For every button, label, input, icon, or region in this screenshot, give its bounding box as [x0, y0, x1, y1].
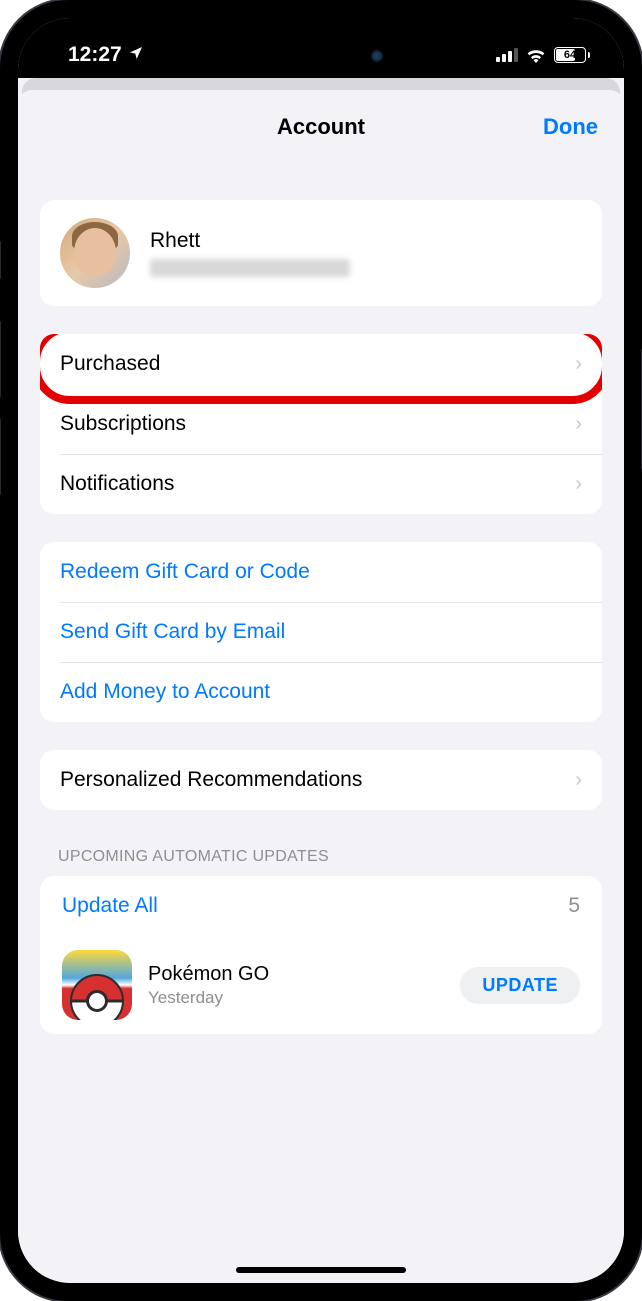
home-indicator[interactable]: [236, 1267, 406, 1273]
purchased-row[interactable]: Purchased ›: [40, 334, 602, 394]
avatar: [60, 218, 130, 288]
app-update-row[interactable]: Pokémon GO Yesterday UPDATE: [40, 936, 602, 1034]
modal-header: Account Done: [18, 90, 624, 158]
subscriptions-label: Subscriptions: [60, 412, 575, 436]
chevron-right-icon: ›: [575, 353, 582, 376]
personalized-row[interactable]: Personalized Recommendations ›: [40, 750, 602, 810]
send-gift-row[interactable]: Send Gift Card by Email: [40, 602, 602, 662]
chevron-right-icon: ›: [575, 413, 582, 436]
dynamic-island: [247, 36, 395, 76]
battery-icon: 64: [554, 47, 590, 63]
notifications-label: Notifications: [60, 472, 575, 496]
status-time: 12:27: [68, 43, 122, 67]
app-name: Pokémon GO: [148, 963, 444, 986]
profile-row[interactable]: Rhett: [40, 200, 602, 306]
notifications-row[interactable]: Notifications ›: [40, 454, 602, 514]
send-gift-label: Send Gift Card by Email: [60, 620, 582, 644]
location-arrow-icon: [128, 45, 144, 66]
profile-email-blurred: [150, 259, 350, 277]
updates-section-header: UPCOMING AUTOMATIC UPDATES: [18, 848, 624, 866]
wifi-icon: [526, 48, 546, 63]
cellular-signal-icon: [496, 48, 518, 62]
update-all-label: Update All: [62, 894, 158, 918]
add-money-label: Add Money to Account: [60, 680, 582, 704]
update-button[interactable]: UPDATE: [460, 967, 580, 1004]
subscriptions-row[interactable]: Subscriptions ›: [40, 394, 602, 454]
redeem-label: Redeem Gift Card or Code: [60, 560, 582, 584]
purchased-label: Purchased: [60, 352, 575, 376]
profile-name: Rhett: [150, 229, 582, 253]
app-icon-pokemon-go: [62, 950, 132, 1020]
chevron-right-icon: ›: [575, 473, 582, 496]
update-count: 5: [568, 894, 580, 918]
app-update-time: Yesterday: [148, 988, 444, 1008]
chevron-right-icon: ›: [575, 769, 582, 792]
add-money-row[interactable]: Add Money to Account: [40, 662, 602, 722]
page-title: Account: [277, 114, 365, 140]
update-all-row[interactable]: Update All 5: [40, 876, 602, 936]
personalized-label: Personalized Recommendations: [60, 768, 575, 792]
done-button[interactable]: Done: [543, 114, 598, 140]
redeem-row[interactable]: Redeem Gift Card or Code: [40, 542, 602, 602]
